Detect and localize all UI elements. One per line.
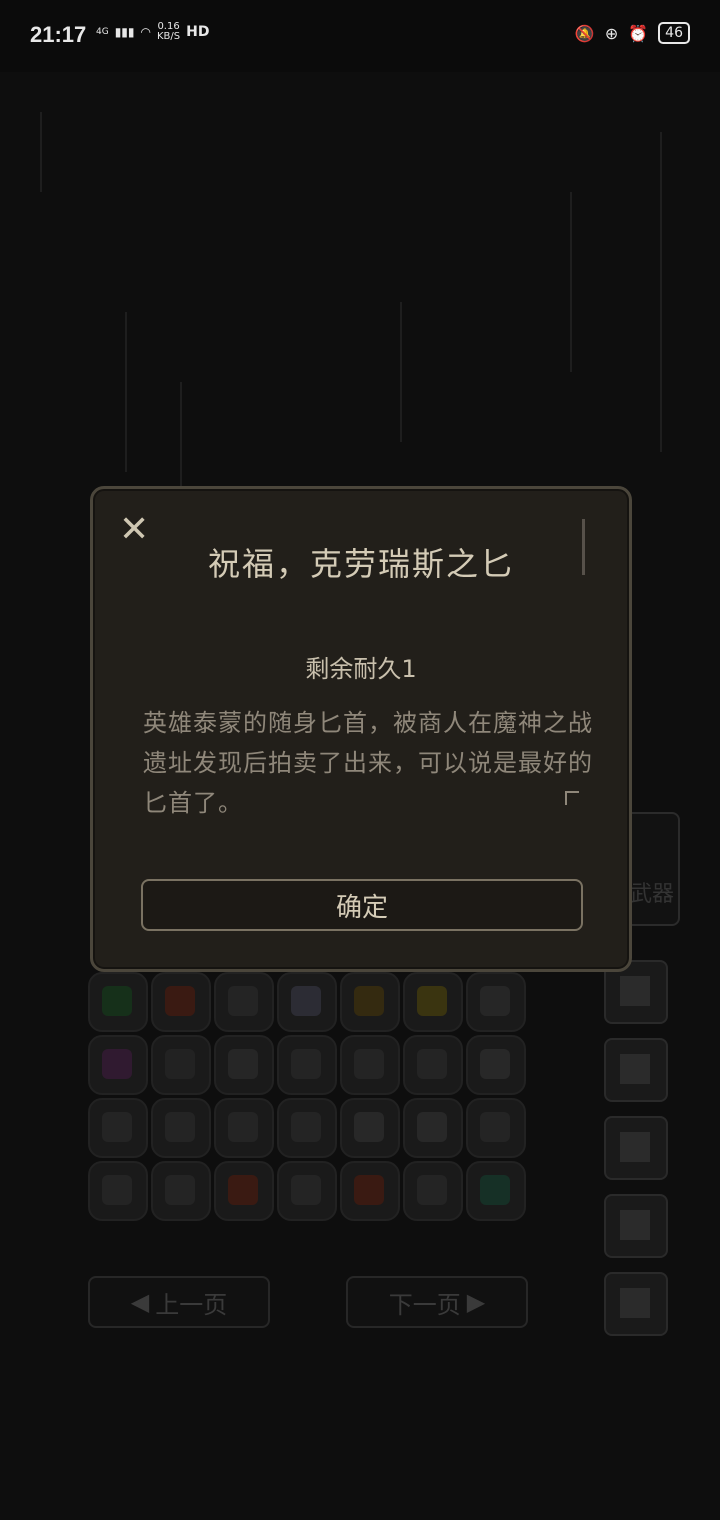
dagger-icon <box>480 1175 510 1205</box>
helmet-icon <box>291 1049 321 1079</box>
chest-icon <box>354 1175 384 1205</box>
battery-indicator: 46 <box>658 22 690 44</box>
chest-icon <box>228 1175 258 1205</box>
durability-text: 剩余耐久1 <box>305 655 417 683</box>
crossed-swords-icon <box>620 976 650 1006</box>
gauntlet-icon <box>354 1049 384 1079</box>
map-icon <box>620 1132 650 1162</box>
signal-icon: ▮▮▮ <box>114 25 135 39</box>
side-button-map[interactable] <box>604 1116 668 1180</box>
rain-streak <box>400 302 402 442</box>
inventory-slot[interactable] <box>340 1098 400 1158</box>
inventory-slot[interactable] <box>340 972 400 1032</box>
dialog-scrollbar[interactable] <box>582 519 585 575</box>
pyramid-icon <box>417 986 447 1016</box>
inventory-slot[interactable] <box>340 1035 400 1095</box>
inventory-slot[interactable] <box>466 972 526 1032</box>
boots-icon <box>354 1112 384 1142</box>
inventory-slot[interactable] <box>277 1035 337 1095</box>
rain-streak <box>180 382 182 502</box>
gem-cluster-icon <box>102 1049 132 1079</box>
blade-icon <box>480 986 510 1016</box>
chain-icon <box>480 1112 510 1142</box>
confirm-button[interactable]: 确定 <box>141 879 583 931</box>
prev-page-label: 上一页 <box>155 1290 228 1319</box>
inventory-slot[interactable] <box>151 1161 211 1221</box>
armor-icon <box>417 1175 447 1205</box>
alarm-icon: ⏰ <box>628 23 649 43</box>
scroll-icon <box>620 1054 650 1084</box>
arrow-left-icon: ◀ <box>130 1288 150 1316</box>
status-bar: 21:17 4G ▮▮▮ ◠ 0.16 KB/S HD 🔕 ⊕ ⏰ 46 <box>0 0 720 72</box>
next-page-label: 下一页 <box>388 1290 461 1319</box>
sword-icon <box>417 1112 447 1142</box>
inventory-slot[interactable] <box>340 1161 400 1221</box>
inventory-slot[interactable] <box>466 1035 526 1095</box>
computer-icon <box>620 1288 650 1318</box>
rain-streak <box>660 132 662 452</box>
inventory-slot[interactable] <box>403 1161 463 1221</box>
bone-icon <box>102 1112 132 1142</box>
wifi-icon: ◠ <box>140 25 151 39</box>
boots-icon <box>228 1049 258 1079</box>
card-icon <box>620 1210 650 1240</box>
rain-streak <box>125 312 127 472</box>
inventory-slot[interactable] <box>214 972 274 1032</box>
item-title: 祝福，克劳瑞斯之匕 <box>207 545 514 583</box>
sword-icon <box>291 1112 321 1142</box>
boot-icon <box>480 1049 510 1079</box>
hd-icon: HD <box>186 24 210 40</box>
inventory-slot[interactable] <box>466 1161 526 1221</box>
prev-page-button[interactable]: ◀ 上一页 <box>88 1276 270 1328</box>
crystal-icon <box>291 986 321 1016</box>
inventory-slot[interactable] <box>214 1035 274 1095</box>
net-speed: 0.16 KB/S <box>157 21 181 42</box>
inventory-slot[interactable] <box>151 1035 211 1095</box>
mute-bell-icon: 🔕 <box>574 23 595 43</box>
status-right-icons: 🔕 ⊕ ⏰ 46 <box>575 22 690 44</box>
claw-icon <box>228 986 258 1016</box>
inventory-slot[interactable] <box>277 972 337 1032</box>
network-label: 4G <box>96 27 109 37</box>
inventory-slot[interactable] <box>151 1098 211 1158</box>
spear-icon <box>165 1049 195 1079</box>
inventory-slot[interactable] <box>277 1098 337 1158</box>
gem-icon <box>102 986 132 1016</box>
inventory-slot[interactable] <box>88 972 148 1032</box>
arrow-right-icon: ▶ <box>466 1288 486 1316</box>
inventory-slot[interactable] <box>214 1098 274 1158</box>
inventory-slot[interactable] <box>88 1035 148 1095</box>
next-page-button[interactable]: 下一页 ▶ <box>346 1276 528 1328</box>
claw-icon <box>291 1175 321 1205</box>
side-button-scroll[interactable] <box>604 1038 668 1102</box>
orb-icon <box>354 986 384 1016</box>
inventory-slot[interactable] <box>466 1098 526 1158</box>
inventory-slot[interactable] <box>151 972 211 1032</box>
lock-rotation-icon: ⊕ <box>604 23 619 43</box>
bone-icon <box>102 1175 132 1205</box>
claw-icon <box>165 1175 195 1205</box>
rain-streak <box>40 112 42 192</box>
inventory-slot[interactable] <box>277 1161 337 1221</box>
inventory-slot[interactable] <box>88 1098 148 1158</box>
side-button-card[interactable] <box>604 1194 668 1258</box>
inventory-slot[interactable] <box>214 1161 274 1221</box>
status-left-icons: 4G ▮▮▮ ◠ 0.16 KB/S HD <box>96 22 209 42</box>
beetle-icon <box>228 1112 258 1142</box>
inventory-slot[interactable] <box>88 1161 148 1221</box>
inventory-slot[interactable] <box>403 972 463 1032</box>
hourglass-icon <box>165 1112 195 1142</box>
chest-icon <box>165 986 195 1016</box>
side-button-computer[interactable] <box>604 1272 668 1336</box>
armor-icon <box>417 1049 447 1079</box>
item-description: 英雄泰蒙的随身匕首，被商人在魔神之战遗址发现后拍卖了出来，可以说是最好的匕首了。 <box>143 709 593 817</box>
item-detail-dialog: ✕ 祝福，克劳瑞斯之匕 剩余耐久1 英雄泰蒙的随身匕首，被商人在魔神之战遗址发现… <box>90 486 632 972</box>
clock: 21:17 <box>30 22 87 47</box>
rain-streak <box>570 192 572 372</box>
text-corner-mark <box>565 791 579 805</box>
inventory-slot[interactable] <box>403 1098 463 1158</box>
inventory-slot[interactable] <box>403 1035 463 1095</box>
weapon-tab-label: 武器 <box>630 882 675 907</box>
